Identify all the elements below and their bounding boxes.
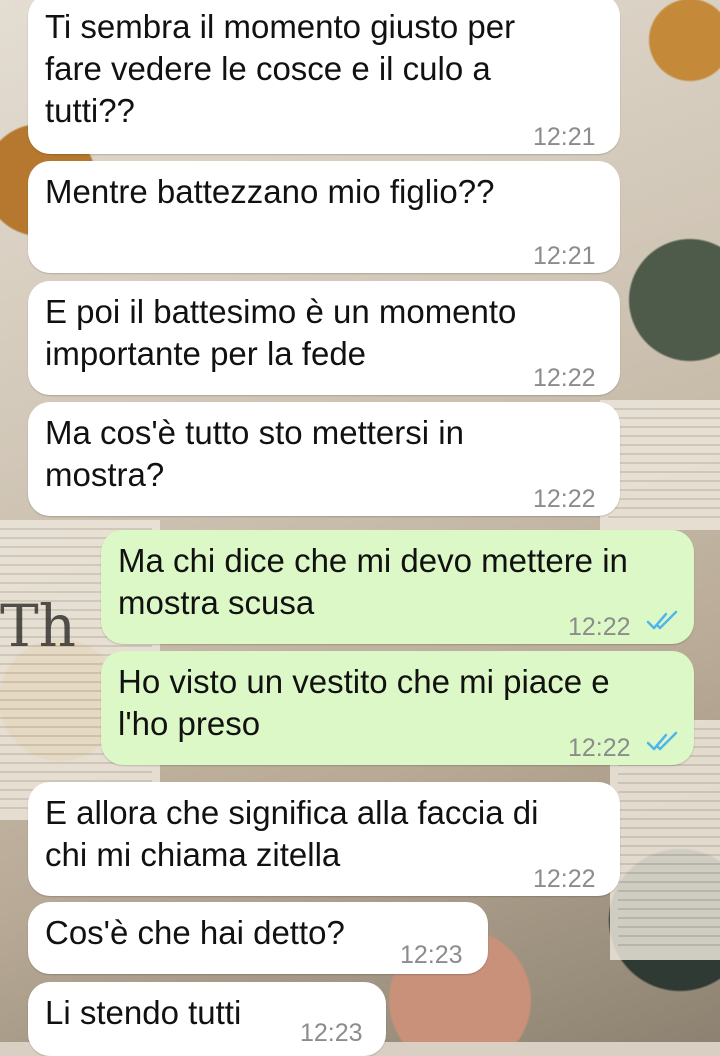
double-check-icon [646,610,678,630]
message-bubble-incoming[interactable]: Ti sembra il momento giusto per fare ved… [28,0,620,154]
message-text: Ma chi dice che mi devo mettere in mostr… [118,542,628,621]
message-timestamp: 12:22 [568,613,631,641]
message-timestamp: 12:22 [533,364,596,392]
message-timestamp: 12:21 [533,123,596,151]
message-bubble-incoming[interactable]: E poi il battesimo è un momento importan… [28,281,620,395]
message-text: Mentre battezzano mio figlio?? [45,173,495,210]
message-timestamp: 12:22 [533,485,596,513]
message-timestamp: 12:23 [400,941,463,969]
double-check-icon [646,731,678,751]
message-bubble-incoming[interactable]: Ma cos'è tutto sto mettersi in mostra? 1… [28,402,620,516]
message-bubble-incoming[interactable]: Li stendo tutti 12:23 [28,982,386,1056]
message-bubble-incoming[interactable]: Mentre battezzano mio figlio?? 12:21 [28,161,620,273]
message-text: Ho visto un vestito che mi piace e l'ho … [118,663,610,742]
message-text: Ti sembra il momento giusto per fare ved… [45,8,516,129]
newspaper-masthead-fragment: Th [0,592,77,660]
message-bubble-outgoing[interactable]: Ho visto un vestito che mi piace e l'ho … [101,651,694,765]
message-bubble-incoming[interactable]: E allora che significa alla faccia di ch… [28,782,620,896]
message-text: Li stendo tutti [45,994,242,1031]
message-text: Cos'è che hai detto? [45,914,345,951]
message-timestamp: 12:22 [533,865,596,893]
message-bubble-incoming[interactable]: Cos'è che hai detto? 12:23 [28,902,488,974]
message-timestamp: 12:22 [568,734,631,762]
message-bubble-outgoing[interactable]: Ma chi dice che mi devo mettere in mostr… [101,530,694,644]
message-text: E allora che significa alla faccia di ch… [45,794,539,873]
message-timestamp: 12:23 [300,1019,363,1047]
message-text: Ma cos'è tutto sto mettersi in mostra? [45,414,464,493]
message-text: E poi il battesimo è un momento importan… [45,293,517,372]
message-timestamp: 12:21 [533,242,596,270]
